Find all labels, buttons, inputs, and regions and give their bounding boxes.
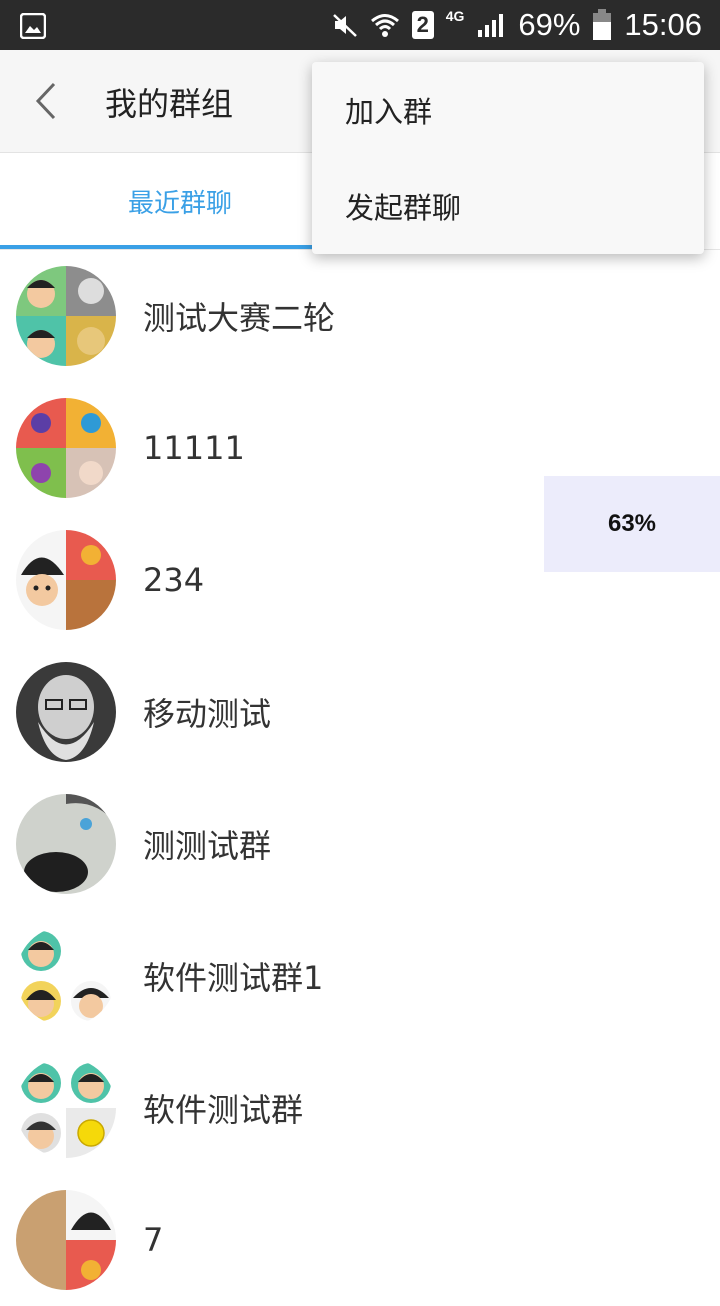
list-item[interactable]: 软件测试群1 [0,910,720,1042]
signal-icon [476,12,506,38]
wifi-icon [370,12,400,38]
battery-icon [592,9,612,41]
floating-percent-badge[interactable]: 63% [544,476,720,572]
list-item[interactable]: 软件测试群 [0,1042,720,1174]
list-item[interactable]: 7 [0,1174,720,1306]
group-avatar [16,1190,116,1290]
group-avatar [16,398,116,498]
group-name: 移动测试 [143,695,272,733]
sim-icon: 2 [411,11,434,39]
popup-menu: 加入群 发起群聊 [312,62,704,254]
list-item[interactable]: 测试大赛二轮 [0,250,720,382]
list-item[interactable]: 移动测试 [0,646,720,778]
group-avatar [16,266,116,366]
list-item[interactable]: 测测试群 [0,778,720,910]
group-name: 测测试群 [143,827,272,865]
group-name: 软件测试群1 [143,959,324,997]
group-name: 11111 [143,429,245,467]
clock: 15:06 [624,7,702,42]
group-avatar [16,1058,116,1158]
battery-percent: 69% [518,7,581,42]
menu-item-join-group[interactable]: 加入群 [312,62,704,158]
tab-recent-groups[interactable]: 最近群聊 [0,153,360,249]
network-type: 4G [445,8,465,24]
group-name: 7 [143,1221,164,1259]
group-avatar [16,530,116,630]
group-avatar [16,926,116,1026]
tab-indicator [0,245,360,249]
group-avatar [16,662,116,762]
chevron-left-icon[interactable] [28,81,64,121]
group-name: 234 [143,561,205,599]
group-avatar [16,794,116,894]
group-name: 测试大赛二轮 [143,299,336,337]
group-name: 软件测试群 [143,1091,304,1129]
status-bar: 2 4G 69% 15:06 [0,0,720,50]
image-icon [20,13,46,39]
mute-icon [332,12,358,38]
page-title: 我的群组 [105,85,234,123]
group-list: 测试大赛二轮 11111 234 移动测试 测测试群 软件测试群1 软件测试群 … [0,250,720,1306]
menu-item-start-group-chat[interactable]: 发起群聊 [312,158,704,254]
